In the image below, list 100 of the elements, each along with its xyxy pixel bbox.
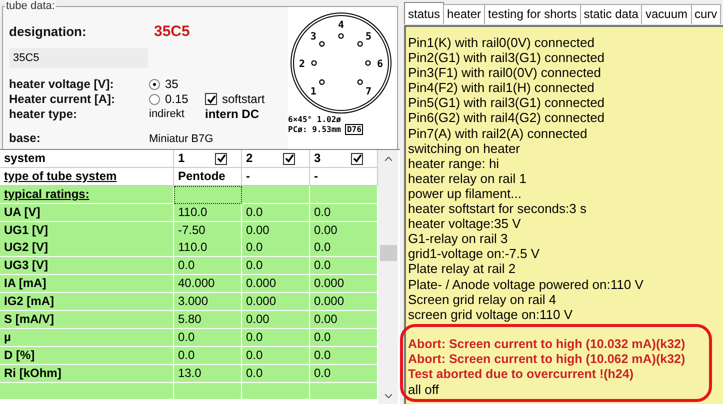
log-line: grid1-voltage on:-7.5 V — [408, 246, 541, 262]
log-line: heater voltage:35 V — [408, 216, 522, 232]
log-line: Pin6(G2) with rail4(G2) connected — [408, 110, 606, 126]
field-value: intern DC — [205, 107, 259, 121]
column-number: 2 — [246, 150, 253, 167]
log-line: power up filament... — [408, 186, 522, 202]
pin-number: 1 — [310, 86, 316, 98]
table-cell: 0.000 — [242, 293, 310, 312]
checkbox-icon[interactable] — [205, 93, 217, 105]
error-message: Test aborted due to overcurrent !(h24) — [408, 366, 634, 382]
field-label: designation: — [9, 24, 88, 39]
table-cell: 110.0 — [174, 239, 242, 258]
table-cell: 0.0 — [310, 346, 378, 365]
table-cell: 0.0 — [310, 328, 378, 347]
table-cell: 0.0 — [242, 364, 310, 383]
table-cell — [242, 382, 310, 400]
table-cell: 0.0 — [242, 257, 310, 276]
row-label: UG3 [V] — [0, 257, 174, 276]
table-cell: 0.00 — [310, 311, 378, 330]
table-cell: 0.000 — [242, 275, 310, 294]
pinout-caption: 6×45° 1.02ø — [288, 115, 342, 124]
radio-button[interactable]: 35 — [149, 77, 178, 91]
row-label: UG2 [V] — [0, 239, 174, 258]
row-label: µ — [0, 328, 174, 347]
row-label: IG2 [mA] — [0, 293, 174, 312]
radio-icon[interactable] — [149, 94, 160, 104]
designation-text: 35C5 — [154, 23, 190, 40]
table-cell: Pentode — [174, 168, 242, 186]
scroll-thumb[interactable] — [380, 245, 396, 261]
pinout-caption: PCø: 9.53mm — [288, 125, 341, 134]
table-cell: 0.00 — [310, 222, 378, 240]
table-cell — [310, 186, 378, 204]
table-cell: 0.00 — [242, 222, 310, 240]
pin-number: 2 — [298, 59, 306, 70]
tab[interactable]: static data — [580, 4, 642, 24]
log-line: screen grid voltage on:110 V — [408, 306, 574, 322]
log-line: all off — [408, 382, 440, 398]
log-line: Pin4(F2) with rail1(H) connected — [408, 80, 596, 96]
system-checkbox[interactable] — [283, 152, 295, 164]
table-cell: 0.0 — [174, 257, 242, 276]
table-cell: 0.0 — [174, 346, 242, 365]
row-label: UG1 [V] — [0, 222, 174, 240]
table-cell: 0.00 — [242, 311, 310, 330]
error-message: Abort: Screen current to high (10.032 mA)(k32) — [408, 336, 686, 352]
tab[interactable]: curv — [690, 4, 722, 24]
pin-number: 4 — [338, 20, 344, 31]
log-line: G1-relay on rail 3 — [408, 231, 509, 246]
table-cell: -7.50 — [174, 222, 242, 240]
tab[interactable]: heater — [443, 4, 486, 24]
log-line: heater softstart for seconds:3 s — [408, 201, 588, 216]
table-cell: 40.000 — [174, 275, 242, 294]
log-line: Plate relay at rail 2 — [408, 261, 517, 276]
field-label: base: — [9, 131, 42, 145]
field-label: Heater current [A]: — [9, 92, 116, 106]
table-cell: 0.0 — [242, 346, 310, 365]
radio-icon[interactable] — [149, 78, 160, 90]
column-number: 3 — [314, 150, 321, 167]
table-cell: 13.0 — [174, 364, 242, 383]
column-number: 1 — [178, 150, 185, 167]
row-label: typical ratings: — [0, 186, 174, 204]
tab[interactable]: status — [404, 2, 444, 24]
table-cell — [174, 186, 242, 204]
tab[interactable]: vacuum — [641, 4, 692, 24]
group-title: tube data: — [5, 0, 56, 12]
table-cell: 0.0 — [242, 204, 310, 222]
tab[interactable]: testing for shorts — [484, 4, 581, 24]
system-checkbox[interactable] — [351, 152, 363, 164]
log-line: Pin7(A) with rail2(A) connected — [408, 126, 588, 141]
table-cell: 0.0 — [242, 328, 310, 347]
field-label: heater voltage [V]: — [9, 77, 115, 91]
table-header: system — [0, 150, 174, 168]
field-value: indirekt — [149, 108, 184, 120]
log-line: Pin5(G1) with rail3(G1) connected — [408, 95, 606, 110]
error-message: Abort: Screen current to high (10.062 mA)(k32) — [408, 352, 686, 367]
table-cell: 0.0 — [242, 239, 310, 258]
field-value: Miniatur B7G — [149, 133, 214, 145]
radio-button[interactable]: 0.15 — [149, 92, 188, 106]
row-label: S [mA/V] — [0, 311, 174, 330]
log-line: heater range: hi — [408, 156, 500, 171]
row-label: Ri [kOhm] — [0, 364, 174, 383]
table-cell: 0.0 — [310, 364, 378, 383]
base-code: D76 — [344, 124, 364, 135]
table-cell: 0.0 — [310, 239, 378, 258]
name-field[interactable]: 35C5 — [9, 48, 148, 68]
pin-number: 5 — [366, 31, 372, 42]
softstart-checkbox[interactable]: softstart — [205, 92, 265, 106]
table-cell: 0.000 — [310, 275, 378, 294]
table-cell — [310, 382, 378, 400]
pin-number: 3 — [310, 31, 316, 42]
table-cell — [174, 382, 242, 400]
row-label: UA [V] — [0, 204, 174, 222]
scrollbar[interactable] — [378, 150, 398, 404]
row-label: IA [mA] — [0, 275, 174, 294]
log-line: Pin1(K) with rail0(0V) connected — [408, 35, 596, 50]
table-cell: 0.0 — [310, 204, 378, 222]
table-cell: 0.000 — [310, 293, 378, 312]
table-cell: 0.0 — [310, 257, 378, 276]
pin-number: 7 — [366, 86, 372, 98]
system-checkbox[interactable] — [215, 152, 227, 164]
table-cell: 5.80 — [174, 311, 242, 330]
